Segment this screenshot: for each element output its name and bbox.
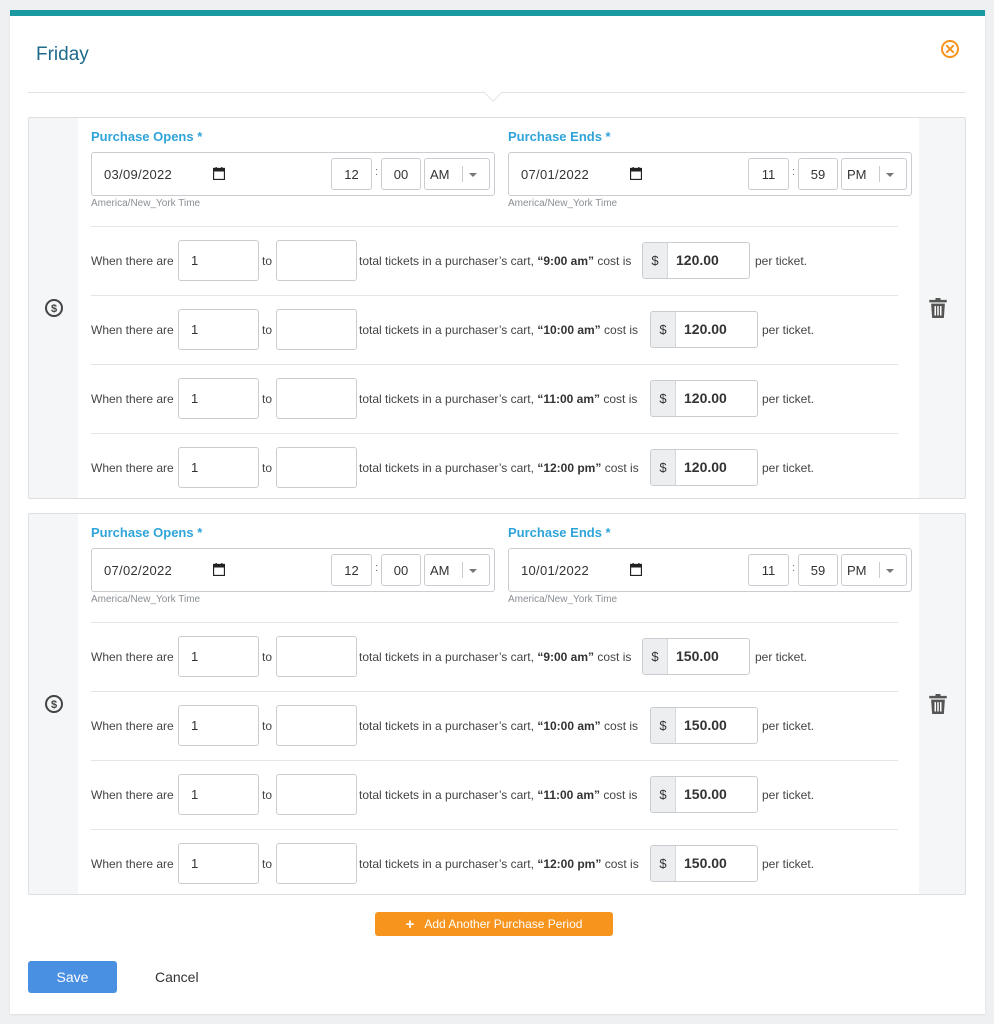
ampm-select[interactable]: AM	[424, 554, 490, 586]
date-input[interactable]: 07/02/2022	[104, 563, 172, 578]
pricing-rule-row: When there are 1 to total tickets in a p…	[91, 691, 898, 760]
currency-symbol: $	[651, 846, 676, 881]
currency-symbol: $	[643, 639, 668, 674]
ampm-select[interactable]: PM	[841, 158, 907, 190]
quantity-from-input[interactable]: 1	[178, 240, 259, 281]
date-input[interactable]: 07/01/2022	[521, 167, 589, 182]
minute-input[interactable]: 59	[798, 554, 838, 586]
timezone-label: America/New_York Time	[91, 594, 201, 605]
quantity-from-input[interactable]: 1	[178, 843, 259, 884]
purchase-opens-field: Purchase Opens * 03/09/2022 12 : 00 AM A…	[91, 128, 495, 209]
ampm-select[interactable]: AM	[424, 158, 490, 190]
purchase-ends-datetime: 07/01/2022 11 : 59 PM	[508, 152, 912, 196]
chevron-down-icon	[886, 569, 894, 573]
trash-icon[interactable]	[929, 298, 947, 318]
hour-input[interactable]: 11	[748, 158, 789, 190]
hour-input[interactable]: 11	[748, 554, 789, 586]
pricing-rule-row: When there are 1 to total tickets in a p…	[91, 760, 898, 829]
timezone-label: America/New_York Time	[91, 198, 201, 209]
price-input[interactable]: $ 120.00	[650, 311, 758, 348]
price-input[interactable]: $ 150.00	[650, 707, 758, 744]
dollar-circle-icon: $	[44, 695, 63, 713]
minute-input[interactable]: 00	[381, 554, 421, 586]
currency-symbol: $	[651, 708, 676, 743]
purchase-opens-label: Purchase Opens *	[91, 525, 203, 540]
quantity-to-input[interactable]	[276, 774, 357, 815]
svg-text:$: $	[50, 699, 56, 711]
price-input[interactable]: $ 150.00	[650, 776, 758, 813]
currency-symbol: $	[651, 777, 676, 812]
quantity-to-input[interactable]	[276, 309, 357, 350]
cancel-button[interactable]: Cancel	[155, 969, 199, 985]
chevron-down-icon	[886, 173, 894, 177]
svg-text:$: $	[50, 303, 56, 315]
close-button[interactable]	[939, 38, 961, 60]
date-input[interactable]: 03/09/2022	[104, 167, 172, 182]
quantity-from-input[interactable]: 1	[178, 309, 259, 350]
quantity-from-input[interactable]: 1	[178, 447, 259, 488]
hour-input[interactable]: 12	[331, 158, 372, 190]
header-divider	[28, 82, 966, 106]
add-purchase-period-button[interactable]: + Add Another Purchase Period	[375, 912, 613, 936]
calendar-icon[interactable]	[630, 563, 642, 576]
modal-panel: Friday $ Purchase Opens * 03/09/2022 12 …	[10, 10, 985, 1014]
pricing-rule-row: When there are 1 to total tickets in a p…	[91, 295, 898, 364]
ampm-select[interactable]: PM	[841, 554, 907, 586]
plus-icon: +	[405, 915, 415, 933]
purchase-opens-field: Purchase Opens * 07/02/2022 12 : 00 AM A…	[91, 524, 495, 605]
quantity-from-input[interactable]: 1	[178, 378, 259, 419]
quantity-to-input[interactable]	[276, 843, 357, 884]
timezone-label: America/New_York Time	[508, 198, 618, 209]
minute-input[interactable]: 59	[798, 158, 838, 190]
minute-input[interactable]: 00	[381, 158, 421, 190]
quantity-to-input[interactable]	[276, 378, 357, 419]
pricing-rule-row: When there are 1 to total tickets in a p…	[91, 226, 898, 295]
timezone-label: America/New_York Time	[508, 594, 618, 605]
purchase-period-2: $ Purchase Opens * 07/02/2022 12 : 00 AM…	[28, 513, 966, 895]
chevron-down-icon	[469, 569, 477, 573]
price-input[interactable]: $ 120.00	[642, 242, 750, 279]
quantity-to-input[interactable]	[276, 636, 357, 677]
price-input[interactable]: $ 150.00	[650, 845, 758, 882]
page-title: Friday	[36, 44, 89, 65]
quantity-from-input[interactable]: 1	[178, 774, 259, 815]
hour-input[interactable]: 12	[331, 554, 372, 586]
pricing-rule-row: When there are 1 to total tickets in a p…	[91, 622, 898, 691]
dollar-circle-icon: $	[44, 299, 63, 317]
quantity-from-input[interactable]: 1	[178, 636, 259, 677]
purchase-period-1: $ Purchase Opens * 03/09/2022 12 : 00 AM…	[28, 117, 966, 499]
purchase-ends-label: Purchase Ends *	[508, 129, 611, 144]
price-input[interactable]: $ 120.00	[650, 380, 758, 417]
purchase-ends-field: Purchase Ends * 07/01/2022 11 : 59 PM Am…	[508, 128, 912, 209]
save-button[interactable]: Save	[28, 961, 117, 993]
price-input[interactable]: $ 120.00	[650, 449, 758, 486]
quantity-to-input[interactable]	[276, 447, 357, 488]
purchase-opens-label: Purchase Opens *	[91, 129, 203, 144]
trash-icon[interactable]	[929, 694, 947, 714]
currency-symbol: $	[651, 450, 676, 485]
date-input[interactable]: 10/01/2022	[521, 563, 589, 578]
chevron-down-icon	[469, 173, 477, 177]
pricing-rule-row: When there are 1 to total tickets in a p…	[91, 433, 898, 502]
pricing-rule-row: When there are 1 to total tickets in a p…	[91, 829, 898, 898]
pricing-rule-row: When there are 1 to total tickets in a p…	[91, 364, 898, 433]
price-input[interactable]: $ 150.00	[642, 638, 750, 675]
currency-symbol: $	[651, 312, 676, 347]
purchase-opens-datetime: 07/02/2022 12 : 00 AM	[91, 548, 495, 592]
calendar-icon[interactable]	[630, 167, 642, 180]
currency-symbol: $	[651, 381, 676, 416]
calendar-icon[interactable]	[213, 563, 225, 576]
quantity-to-input[interactable]	[276, 240, 357, 281]
purchase-ends-label: Purchase Ends *	[508, 525, 611, 540]
currency-symbol: $	[643, 243, 668, 278]
purchase-ends-field: Purchase Ends * 10/01/2022 11 : 59 PM Am…	[508, 524, 912, 605]
quantity-to-input[interactable]	[276, 705, 357, 746]
quantity-from-input[interactable]: 1	[178, 705, 259, 746]
purchase-ends-datetime: 10/01/2022 11 : 59 PM	[508, 548, 912, 592]
purchase-opens-datetime: 03/09/2022 12 : 00 AM	[91, 152, 495, 196]
close-circle-icon	[941, 40, 959, 58]
calendar-icon[interactable]	[213, 167, 225, 180]
